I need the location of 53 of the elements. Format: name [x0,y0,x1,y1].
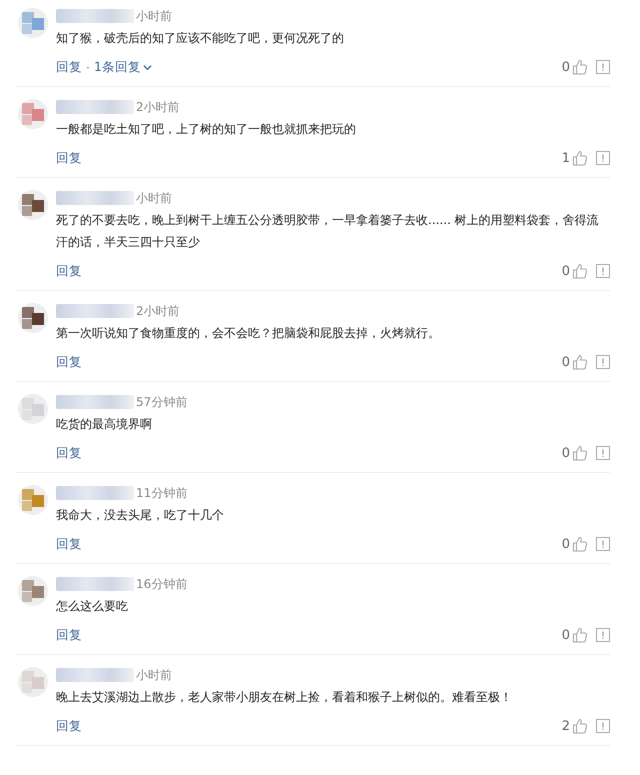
avatar[interactable] [18,303,48,333]
report-icon[interactable] [596,264,610,278]
report-icon[interactable] [596,537,610,551]
comment-text: 我命大，没去头尾，吃了十几个 [56,507,225,524]
reply-link[interactable]: 回复 [56,718,82,734]
comment-time: 2小时前 [136,302,180,320]
comment-time: 11分钟前 [136,484,188,502]
replies-link[interactable]: 1条回复 [94,58,141,76]
report-icon[interactable] [596,60,610,74]
reply-link[interactable]: 回复 [56,626,82,644]
like-count: 0 [562,60,570,74]
comment-text: 死了的不要去吃，晚上到树干上缠五公分透明胶带，一早拿着篓子去收...... 树上的用塑料袋套，舍得流汗的话，半天三四十只至少 [56,212,600,251]
comment-time: 2小时前 [136,98,180,116]
thumbs-up-icon[interactable] [572,150,588,166]
separator-dot: · [86,60,90,74]
reply-link[interactable]: 回复 [56,262,82,280]
reply-link[interactable]: 回复 [56,354,82,370]
like-count: 0 [562,354,570,370]
report-icon[interactable] [596,628,610,642]
reply-link[interactable]: 回复 [56,58,82,76]
caret-icon[interactable] [142,62,152,72]
reply-link[interactable]: 回复 [56,536,82,552]
thumbs-up-icon[interactable] [572,536,588,552]
like-count: 2 [562,718,570,734]
reply-link[interactable]: 回复 [56,444,82,462]
thumbs-up-icon[interactable] [572,59,588,75]
like-count: 0 [562,446,570,460]
comment-time: 小时前 [136,190,172,206]
comment-time: 16分钟前 [136,576,188,592]
like-count: 1 [562,150,570,166]
comment-time: 小时前 [136,8,172,24]
comment-text: 怎么这么要吃 [56,598,129,615]
comment-time: 57分钟前 [136,394,188,410]
like-count: 0 [562,264,570,278]
comment-text: 一般都是吃土知了吧，上了树的知了一般也就抓来把玩的 [56,121,357,138]
comment-text: 晚上去艾溪湖边上散步，老人家带小朋友在树上捡，看着和猴子上树似的。难看至极！ [56,689,513,706]
thumbs-up-icon[interactable] [572,263,588,279]
like-count: 0 [562,628,570,642]
reply-link[interactable]: 回复 [56,150,82,166]
thumbs-up-icon[interactable] [572,627,588,643]
avatar[interactable] [18,190,48,220]
report-icon[interactable] [596,355,610,369]
comment-time: 小时前 [136,666,172,684]
thumbs-up-icon[interactable] [572,354,588,370]
comment-text: 第一次听说知了食物重度的，会不会吃？把脑袋和屁股去掉，火烤就行。 [56,325,441,342]
like-count: 0 [562,536,570,552]
comment-text: 知了猴，破壳后的知了应该不能吃了吧，更何况死了的 [56,30,345,47]
report-icon[interactable] [596,719,610,733]
report-icon[interactable] [596,151,610,165]
comment-text: 吃货的最高境界啊 [56,416,153,433]
thumbs-up-icon[interactable] [572,445,588,461]
thumbs-up-icon[interactable] [572,718,588,734]
report-icon[interactable] [596,446,610,460]
